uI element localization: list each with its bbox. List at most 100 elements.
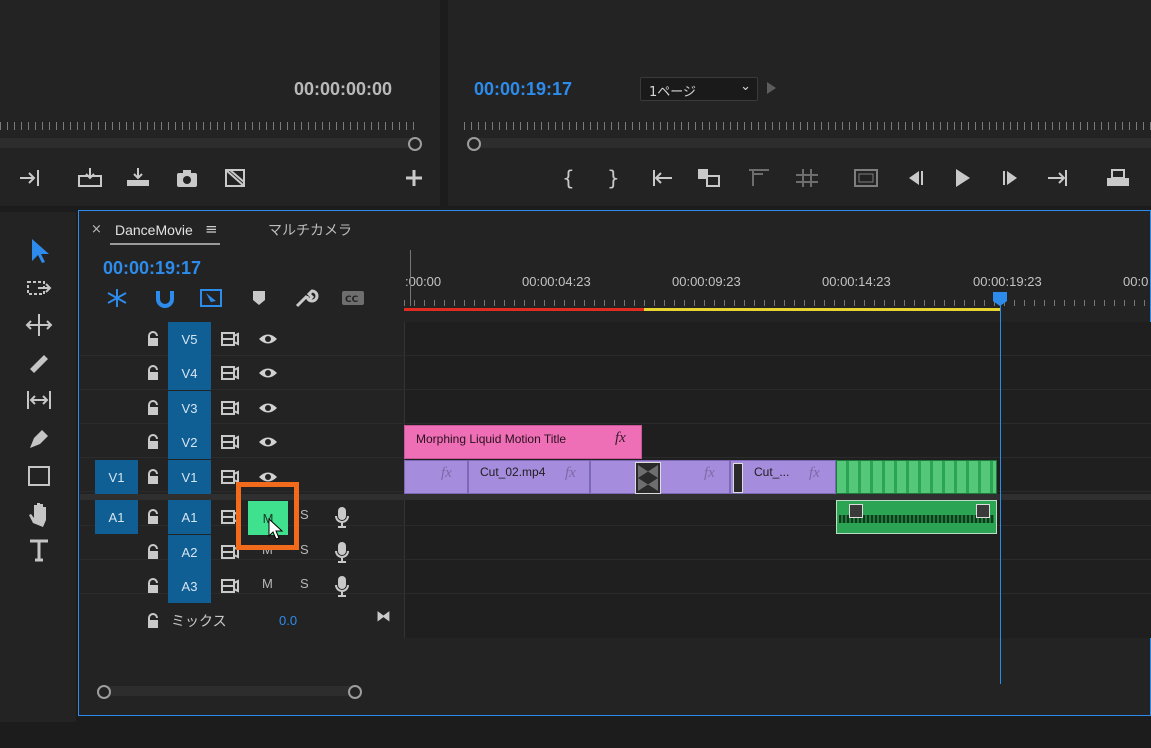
multicam-tab[interactable]: マルチカメラ bbox=[268, 220, 352, 240]
mark-in-icon[interactable]: { bbox=[554, 166, 582, 190]
lock-icon[interactable] bbox=[146, 400, 160, 416]
lock-icon[interactable] bbox=[146, 469, 160, 485]
snap-magnet-icon[interactable] bbox=[152, 287, 178, 309]
lock-icon[interactable] bbox=[146, 544, 160, 560]
go-to-in-icon[interactable] bbox=[648, 166, 676, 190]
linked-selection-icon[interactable] bbox=[198, 287, 224, 309]
tab-menu-icon[interactable]: ≡ bbox=[205, 220, 218, 238]
camera-icon[interactable] bbox=[173, 166, 201, 190]
source-timecode[interactable]: 00:00:00:00 bbox=[294, 79, 392, 100]
transition-icon[interactable] bbox=[635, 462, 661, 494]
nest-sequence-icon[interactable] bbox=[104, 287, 130, 309]
hand-tool-icon[interactable] bbox=[24, 499, 54, 527]
mark-out-icon[interactable]: } bbox=[599, 166, 627, 190]
lock-icon[interactable] bbox=[146, 509, 160, 525]
lock-icon[interactable] bbox=[146, 434, 160, 450]
step-forward-icon[interactable] bbox=[997, 166, 1025, 190]
title-clip[interactable]: Morphing Liquid Motion Title fx bbox=[404, 425, 642, 459]
video-clip-cut-short[interactable]: Cut_... fx bbox=[730, 460, 836, 494]
bowtie-icon[interactable]: ⧓ bbox=[376, 607, 391, 625]
extract-icon[interactable] bbox=[745, 166, 773, 190]
fx-badge: fx bbox=[809, 465, 820, 481]
rectangle-tool-icon[interactable] bbox=[24, 462, 54, 490]
video-clip-green-frames[interactable] bbox=[836, 460, 997, 494]
fade-out-icon[interactable] bbox=[976, 504, 990, 518]
lock-icon[interactable] bbox=[146, 578, 160, 594]
export-frame-icon[interactable] bbox=[1104, 166, 1132, 190]
eye-icon[interactable] bbox=[258, 331, 278, 347]
track-target-a2[interactable]: A2 bbox=[168, 535, 211, 569]
play-triangle-small-icon[interactable] bbox=[767, 82, 776, 94]
replace-icon[interactable] bbox=[221, 166, 249, 190]
sync-lock-icon[interactable] bbox=[220, 364, 240, 382]
timeline-timecode[interactable]: 00:00:19:17 bbox=[103, 258, 201, 279]
track-target-a1[interactable]: A1 bbox=[168, 500, 211, 534]
sync-lock-icon[interactable] bbox=[220, 577, 240, 595]
safe-margins-icon[interactable] bbox=[852, 166, 880, 190]
lock-icon[interactable] bbox=[146, 365, 160, 381]
ripple-edit-tool-icon[interactable] bbox=[24, 311, 54, 339]
close-tab-icon[interactable]: × bbox=[91, 222, 102, 237]
eye-icon[interactable] bbox=[258, 434, 278, 450]
slip-tool-icon[interactable] bbox=[24, 386, 54, 414]
program-timecode[interactable]: 00:00:19:17 bbox=[474, 79, 572, 100]
lift-icon[interactable] bbox=[695, 166, 723, 190]
page-select-label: 1ページ bbox=[649, 85, 697, 100]
solo-button-a1[interactable]: S bbox=[300, 507, 309, 522]
sequence-tab[interactable]: DanceMovie bbox=[115, 222, 193, 238]
video-clip-1[interactable]: fx bbox=[404, 460, 468, 494]
captions-icon[interactable]: CC bbox=[340, 287, 366, 309]
lock-icon[interactable] bbox=[146, 331, 160, 347]
eye-icon[interactable] bbox=[258, 365, 278, 381]
add-button-icon[interactable] bbox=[400, 166, 428, 190]
grid-icon[interactable] bbox=[793, 166, 821, 190]
export-frame-lift-icon[interactable] bbox=[124, 166, 152, 190]
source-patch-a1[interactable]: A1 bbox=[95, 500, 138, 534]
mix-volume-value[interactable]: 0.0 bbox=[279, 613, 297, 628]
add-marker-icon[interactable] bbox=[248, 287, 270, 309]
track-target-v2[interactable]: V2 bbox=[168, 425, 211, 459]
source-scrub-track[interactable] bbox=[0, 138, 414, 148]
track-target-v5[interactable]: V5 bbox=[168, 322, 211, 356]
track-target-v1[interactable]: V1 bbox=[168, 460, 211, 494]
type-tool-icon[interactable] bbox=[24, 536, 54, 564]
zoom-handle-right[interactable] bbox=[348, 685, 362, 699]
wrench-settings-icon[interactable] bbox=[293, 287, 319, 309]
mute-button-a3[interactable]: M bbox=[262, 576, 273, 591]
track-select-tool-icon[interactable] bbox=[24, 274, 54, 302]
program-zoom-handle[interactable] bbox=[467, 137, 481, 151]
step-back-icon[interactable] bbox=[901, 166, 929, 190]
transition-small-icon[interactable] bbox=[733, 463, 743, 493]
microphone-icon[interactable] bbox=[335, 575, 349, 597]
insert-icon[interactable] bbox=[18, 166, 46, 190]
razor-tool-icon[interactable] bbox=[24, 349, 54, 377]
video-clip-cut02[interactable]: Cut_02.mp4 fx bbox=[468, 460, 590, 494]
sync-lock-icon[interactable] bbox=[220, 399, 240, 417]
solo-button-a2[interactable]: S bbox=[300, 542, 309, 557]
fade-in-icon[interactable] bbox=[849, 504, 863, 518]
go-to-out-icon[interactable] bbox=[1044, 166, 1072, 190]
timeline-zoom-scrollbar[interactable] bbox=[104, 686, 356, 696]
sync-lock-icon[interactable] bbox=[220, 433, 240, 451]
time-ruler[interactable]: :00:00 00:00:04:23 00:00:09:23 00:00:14:… bbox=[404, 250, 1151, 312]
program-scrub-track[interactable] bbox=[470, 138, 1151, 148]
eye-icon[interactable] bbox=[258, 400, 278, 416]
track-target-v3[interactable]: V3 bbox=[168, 391, 211, 425]
source-zoom-handle[interactable] bbox=[408, 137, 422, 151]
source-patch-v1[interactable]: V1 bbox=[95, 460, 138, 494]
overwrite-icon[interactable] bbox=[76, 166, 104, 190]
play-icon[interactable] bbox=[948, 166, 976, 190]
zoom-handle-left[interactable] bbox=[97, 685, 111, 699]
video-clip-3[interactable]: fx bbox=[590, 460, 730, 494]
microphone-icon[interactable] bbox=[335, 506, 349, 528]
track-target-a3[interactable]: A3 bbox=[168, 569, 211, 603]
pen-tool-icon[interactable] bbox=[24, 424, 54, 452]
sync-lock-icon[interactable] bbox=[220, 330, 240, 348]
audio-clip-a1[interactable] bbox=[836, 500, 997, 534]
microphone-icon[interactable] bbox=[335, 541, 349, 563]
page-select-dropdown[interactable]: 1ページ ⌄ bbox=[640, 77, 758, 101]
solo-button-a3[interactable]: S bbox=[300, 576, 309, 591]
lock-icon[interactable] bbox=[146, 613, 160, 629]
selection-tool-icon[interactable] bbox=[24, 236, 54, 264]
track-target-v4[interactable]: V4 bbox=[168, 356, 211, 390]
